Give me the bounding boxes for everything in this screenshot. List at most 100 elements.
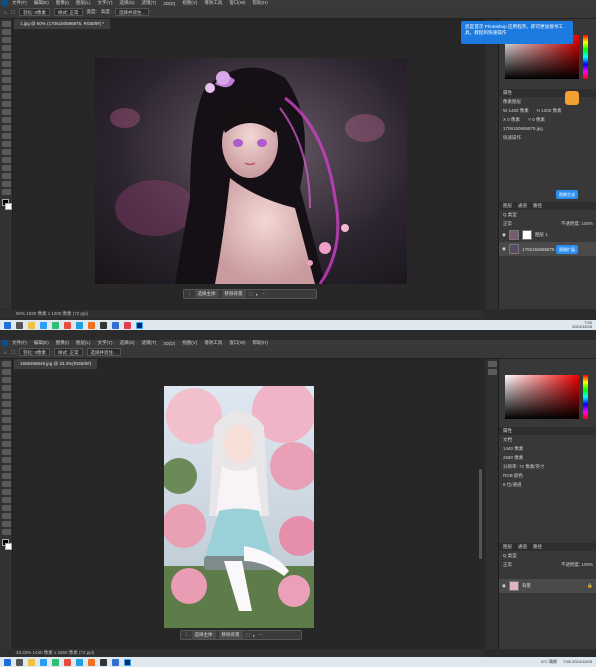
lasso-tool-icon[interactable]: [2, 377, 11, 383]
system-clock[interactable]: 7:53 2024/12/05: [572, 320, 596, 330]
weather-status[interactable]: 6°C 晴朗: [541, 659, 557, 665]
drag-handle-icon[interactable]: ⋮: [184, 632, 189, 638]
resolution-value[interactable]: 分辨率: 72 像素/英寸: [499, 462, 596, 471]
crop-tool-icon[interactable]: [2, 393, 11, 399]
marquee-tool-icon[interactable]: [2, 369, 11, 375]
gradient-tool-icon[interactable]: [2, 117, 11, 123]
photoshop-icon[interactable]: [136, 321, 143, 329]
menu-3d[interactable]: 3D(D): [163, 341, 175, 346]
select-and-mask-button[interactable]: 选择并遮住...: [115, 8, 150, 16]
image-expand-button[interactable]: 图像扩展: [556, 245, 578, 254]
quick-select-tool-icon[interactable]: [2, 385, 11, 391]
home-icon[interactable]: ⌂: [4, 350, 7, 355]
document-tab[interactable]: 1.jpg @ 50% (1706150686875, RGB/8#) *: [14, 19, 111, 29]
gradient-tool-icon[interactable]: [2, 457, 11, 463]
transform-icon[interactable]: ⬚: [246, 632, 250, 638]
menu-3d[interactable]: 3D(D): [163, 1, 175, 6]
marquee-tool-icon[interactable]: ⬚: [11, 349, 15, 355]
zoom-tool-icon[interactable]: [2, 521, 11, 527]
frame-tool-icon[interactable]: [2, 401, 11, 407]
history-brush-icon[interactable]: [2, 101, 11, 107]
layer-row-selected[interactable]: ◉ 背景 🔒: [499, 579, 596, 593]
hue-slider[interactable]: [583, 35, 588, 79]
folder-icon[interactable]: [28, 658, 35, 666]
pen-tool-icon[interactable]: [2, 141, 11, 147]
style-select[interactable]: 样式: 正常: [54, 348, 83, 356]
path-select-icon[interactable]: [2, 157, 11, 163]
app-icon[interactable]: [124, 321, 131, 329]
folder-icon[interactable]: [28, 321, 35, 329]
canvas-image-anime-girl-pink[interactable]: [95, 58, 407, 284]
more-options-icon[interactable]: ⋯: [258, 632, 263, 638]
y-value[interactable]: Y 0 像素: [528, 116, 545, 123]
tab-layers[interactable]: 图层: [503, 202, 512, 210]
tab-channels[interactable]: 通道: [518, 543, 527, 551]
app-icon[interactable]: [100, 658, 107, 666]
select-subject-button[interactable]: 选择主体: [194, 290, 219, 298]
quick-select-tool-icon[interactable]: [2, 45, 11, 51]
more-tools-icon[interactable]: [2, 189, 11, 195]
blur-tool-icon[interactable]: [2, 125, 11, 131]
app-icon[interactable]: [52, 658, 59, 666]
remove-background-button[interactable]: 移除背景: [221, 290, 246, 298]
lock-icon[interactable]: 🔒: [587, 583, 596, 589]
mask-icon[interactable]: ◐: [253, 633, 256, 638]
drag-handle-icon[interactable]: ⋮: [187, 291, 192, 297]
layer-row[interactable]: ◉ 图层 1: [499, 228, 596, 242]
crop-tool-icon[interactable]: [2, 53, 11, 59]
stamp-tool-icon[interactable]: [2, 433, 11, 439]
history-panel-icon[interactable]: [488, 361, 497, 367]
layer-row-selected[interactable]: ◉ 1706150686875: [499, 242, 596, 256]
shape-tool-icon[interactable]: [2, 505, 11, 511]
hand-tool-icon[interactable]: [2, 173, 11, 179]
app-icon[interactable]: [112, 658, 119, 666]
app-icon[interactable]: [112, 321, 119, 329]
lasso-tool-icon[interactable]: [2, 37, 11, 43]
transform-icon[interactable]: ⬚: [249, 291, 253, 297]
move-tool-icon[interactable]: [2, 361, 11, 367]
app-icon[interactable]: [100, 321, 107, 329]
width-value[interactable]: W 1460 像素: [503, 107, 529, 114]
background-color-swatch[interactable]: [5, 203, 12, 210]
color-mode-select[interactable]: RGB 颜色: [499, 471, 596, 480]
app-icon[interactable]: [88, 321, 95, 329]
marquee-tool-icon[interactable]: ⬚: [11, 9, 15, 15]
search-icon[interactable]: [16, 658, 23, 666]
brush-tool-icon[interactable]: [2, 85, 11, 91]
healing-tool-icon[interactable]: [2, 77, 11, 83]
feather-field[interactable]: 羽化: 0像素: [18, 348, 50, 356]
start-icon[interactable]: [4, 658, 11, 666]
vertical-scrollbar[interactable]: [479, 469, 482, 559]
history-brush-icon[interactable]: [2, 441, 11, 447]
background-color-swatch[interactable]: [5, 543, 12, 550]
image-generate-button[interactable]: 图像生成: [556, 190, 578, 199]
eyedropper-tool-icon[interactable]: [2, 69, 11, 75]
adjustments-panel-icon[interactable]: [488, 369, 497, 375]
blur-tool-icon[interactable]: [2, 465, 11, 471]
layer-filter[interactable]: Q 类型: [499, 551, 596, 560]
eye-icon[interactable]: ◉: [502, 583, 506, 589]
hand-tool-icon[interactable]: [2, 513, 11, 519]
healing-tool-icon[interactable]: [2, 417, 11, 423]
zoom-tool-icon[interactable]: [2, 181, 11, 187]
select-and-mask-button[interactable]: 选择并遮住...: [86, 348, 121, 356]
eyedropper-tool-icon[interactable]: [2, 409, 11, 415]
app-icon[interactable]: [52, 321, 59, 329]
home-icon[interactable]: ⌂: [4, 10, 7, 15]
system-clock[interactable]: 7:56 2024/12/05: [563, 659, 592, 665]
blend-mode-select[interactable]: 正常: [503, 220, 512, 227]
tab-paths[interactable]: 路径: [533, 202, 542, 210]
ai-assistant-icon[interactable]: [565, 91, 579, 105]
eraser-tool-icon[interactable]: [2, 449, 11, 455]
marquee-tool-icon[interactable]: [2, 29, 11, 35]
more-options-icon[interactable]: ⋯: [261, 291, 266, 297]
path-select-icon[interactable]: [2, 497, 11, 503]
eye-icon[interactable]: ◉: [502, 246, 506, 252]
shape-tool-icon[interactable]: [2, 165, 11, 171]
brush-tool-icon[interactable]: [2, 425, 11, 431]
feather-field[interactable]: 羽化: 0像素: [18, 8, 50, 16]
app-icon[interactable]: [64, 658, 71, 666]
move-tool-icon[interactable]: [2, 21, 11, 27]
start-icon[interactable]: [4, 321, 11, 329]
style-select[interactable]: 样式: 正常: [54, 8, 83, 16]
